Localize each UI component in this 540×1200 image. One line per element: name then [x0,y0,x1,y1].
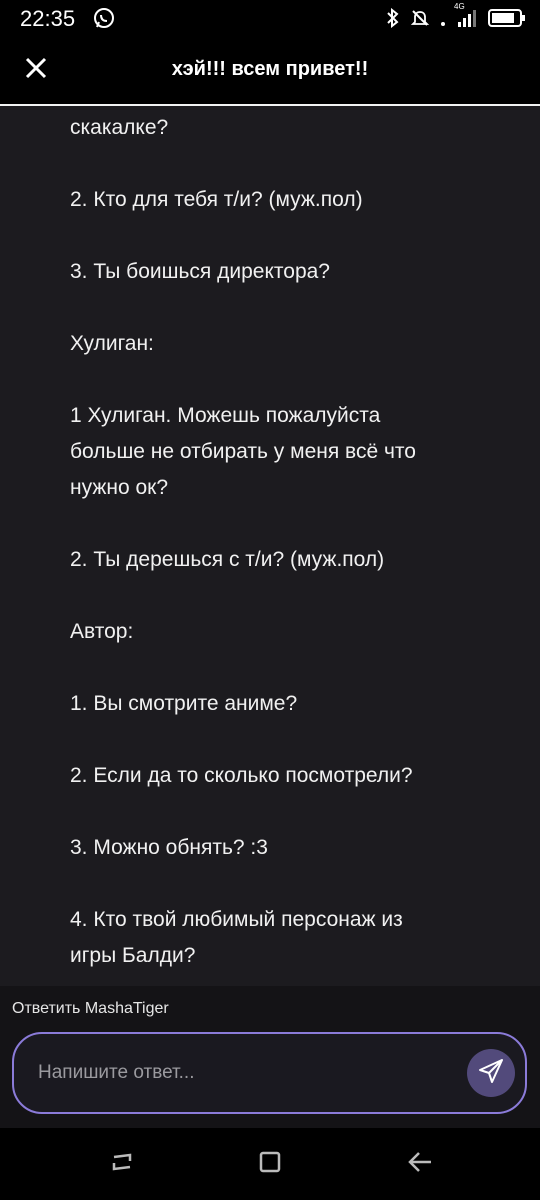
post-line: 3. Можно обнять? :3 [70,836,268,859]
post-paragraph: 1 Хулиган. Можешь пожалуйста больше не от… [70,398,490,506]
system-nav-bar [0,1128,540,1200]
post-line: больше не отбирать у меня всё что [70,440,416,463]
topic-header: хэй!!! всем привет!! [0,36,540,104]
recents-button[interactable] [108,1150,136,1178]
post-paragraph: 4. Кто твой любимый персонаж из игры Балд… [70,902,490,974]
dot-icon [440,8,446,28]
post-paragraph: 2. Кто для тебя т/и? (муж.пол) [70,182,490,218]
home-button[interactable] [256,1150,284,1178]
post-paragraph: 3. Ты боишься директора? [70,254,490,290]
post-line: 2. Если да то сколько посмотрели? [70,764,413,787]
mute-icon [410,8,430,28]
post-line: скакалке? [70,116,169,139]
bluetooth-icon [386,8,400,28]
post-paragraph: 2. Ты дерешься с т/и? (муж.пол) [70,542,490,578]
recents-icon [110,1151,134,1178]
reply-placeholder: Напишите ответ... [38,1062,195,1083]
post-paragraph: 2. Если да то сколько посмотрели? [70,758,490,794]
post-line: 2. Кто для тебя т/и? (муж.пол) [70,188,363,211]
back-button[interactable] [406,1150,434,1178]
post-line: Автор: [70,620,134,643]
whatsapp-icon [92,6,116,30]
page-title: хэй!!! всем привет!! [171,58,369,80]
reply-panel: Ответить MashaTiger Напишите ответ... [0,986,540,1128]
network-type-label: 4G [454,2,465,11]
post-paragraph: скакалке? [70,110,490,146]
post-line: Хулиган: [70,332,154,355]
reply-to-label: Ответить MashaTiger [12,1000,169,1017]
post-line: 2. Ты дерешься с т/и? (муж.пол) [70,548,385,571]
status-time: 22:35 [20,6,76,31]
post-paragraph: 3. Можно обнять? :3 [70,830,490,866]
post-paragraph: Автор: [70,614,490,650]
send-icon [478,1058,504,1089]
signal-icon: 4G [454,2,478,28]
status-bar: 22:35 4G [0,0,540,36]
post-line: 1. Вы смотрите аниме? [70,692,298,715]
send-button[interactable] [467,1049,515,1097]
battery-icon [488,8,526,28]
status-icons: 4G [386,2,526,30]
post-line: нужно ок? [70,476,169,499]
post-line: 1 Хулиган. Можешь пожалуйста [70,404,381,427]
post-line: игры Балди? [70,944,196,967]
post-paragraph: 1. Вы смотрите аниме? [70,686,490,722]
post-line: 3. Ты боишься директора? [70,260,330,283]
post-text: скакалке? 2. Кто для тебя т/и? (муж.пол) 3… [70,110,490,986]
post-content[interactable]: скакалке? 2. Кто для тебя т/и? (муж.пол) 3… [0,106,540,986]
post-paragraph: Хулиган: [70,326,490,362]
back-icon [407,1150,433,1179]
reply-input[interactable]: Напишите ответ... [12,1032,527,1114]
home-icon [258,1150,282,1179]
post-line: 4. Кто твой любимый персонаж из [70,908,403,931]
